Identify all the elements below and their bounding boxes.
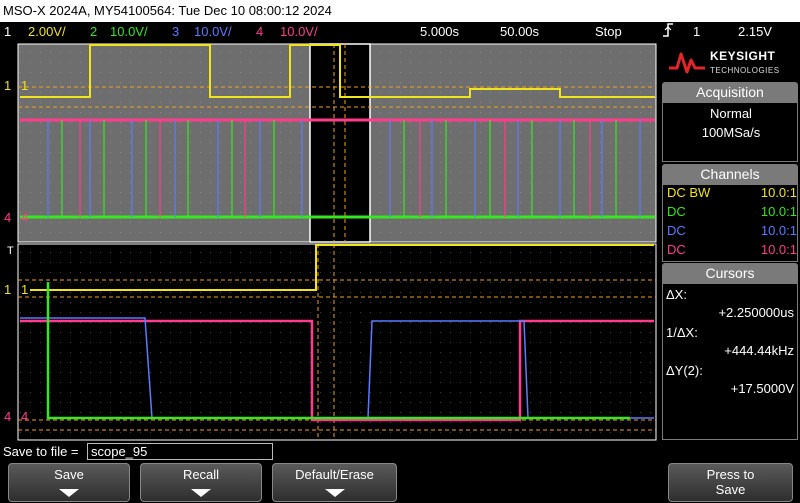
sample-rate: 100MSa/s xyxy=(701,125,761,140)
down-arrow-icon xyxy=(191,489,211,497)
run-state: Stop xyxy=(595,24,622,39)
cursors-header[interactable]: Cursors xyxy=(662,263,798,283)
ch1-zoom-marker: 1 xyxy=(4,282,11,297)
ch4-overview-label: 4 xyxy=(21,210,28,225)
ch3-number[interactable]: 3 xyxy=(172,22,179,42)
cursor-dx-value: +2.250000us xyxy=(718,305,794,320)
softkey-bar: Save Recall Default/Erase Press to Save xyxy=(0,462,800,503)
ch4-scale[interactable]: 10.0V/ xyxy=(280,22,318,42)
save-softkey[interactable]: Save xyxy=(8,463,130,502)
acquisition-header[interactable]: Acquisition xyxy=(662,82,798,102)
channels-panel[interactable]: DC BW 10.0:1 DC 10.0:1 DC 10.0:1 DC 10.0:1 xyxy=(662,184,798,262)
down-arrow-icon xyxy=(324,489,345,497)
overview-pane[interactable] xyxy=(17,43,657,243)
ch2-scale[interactable]: 10.0V/ xyxy=(110,22,148,42)
waveform-display[interactable]: 1 4 1 4 T 1 4 1 4 xyxy=(0,42,660,442)
cursor-dy-label: ΔY(2): xyxy=(666,363,703,378)
cursor-inv-value: +444.44kHz xyxy=(724,343,794,358)
ch1-ground-marker: 1 xyxy=(4,78,11,93)
status-bar: 1 2.00V/ 2 10.0V/ 3 10.0V/ 4 10.0V/ 5.00… xyxy=(0,22,800,42)
brand-logo: KEYSIGHT TECHNOLOGIES xyxy=(660,42,800,84)
ch4-ground-marker: 4 xyxy=(4,210,11,225)
default-erase-softkey[interactable]: Default/Erase xyxy=(272,463,397,502)
acquisition-mode: Normal xyxy=(710,106,752,121)
channel-row-4[interactable]: DC 10.0:1 xyxy=(667,242,797,260)
ch4-number[interactable]: 4 xyxy=(256,22,263,42)
ch4-zoom-marker: 4 xyxy=(4,409,11,424)
brand-name: KEYSIGHT xyxy=(710,49,776,63)
trigger-marker: T xyxy=(7,245,14,257)
ch1-scale[interactable]: 2.00V/ xyxy=(28,22,66,42)
ch1-number[interactable]: 1 xyxy=(4,22,11,42)
zoom-pane[interactable] xyxy=(17,243,657,441)
channels-header[interactable]: Channels xyxy=(662,164,798,184)
save-bar: Save to file = scope_95 xyxy=(0,442,800,462)
cursor-inv-label: 1/ΔX: xyxy=(666,325,698,340)
ch4-zoom-label: 4 xyxy=(21,409,28,424)
save-to-file-label: Save to file = xyxy=(3,444,79,459)
channel-row-1[interactable]: DC BW 10.0:1 xyxy=(667,185,797,203)
cursors-panel[interactable]: ΔX: +2.250000us 1/ΔX: +444.44kHz ΔY(2): … xyxy=(662,283,798,440)
horizontal-delay[interactable]: 5.000s xyxy=(420,22,459,42)
ch1-overview-label: 1 xyxy=(21,78,28,93)
press-to-save-softkey[interactable]: Press to Save xyxy=(668,463,793,502)
trigger-level[interactable]: 2.15V xyxy=(738,22,772,42)
ch3-scale[interactable]: 10.0V/ xyxy=(194,22,232,42)
channel-row-3[interactable]: DC 10.0:1 xyxy=(667,223,797,241)
acquisition-panel[interactable]: Normal 100MSa/s xyxy=(662,102,798,162)
trigger-source[interactable]: 1 xyxy=(693,22,700,42)
side-panel: KEYSIGHT TECHNOLOGIES Acquisition Normal… xyxy=(660,42,800,442)
cursor-dy-value: +17.5000V xyxy=(730,381,794,396)
down-arrow-icon xyxy=(59,489,79,497)
keysight-wave-icon xyxy=(669,52,705,74)
channel-row-2[interactable]: DC 10.0:1 xyxy=(667,204,797,222)
recall-softkey[interactable]: Recall xyxy=(140,463,262,502)
timebase-scale[interactable]: 50.00s xyxy=(500,22,539,42)
instrument-title: MSO-X 2024A, MY54100564: Tue Dec 10 08:0… xyxy=(3,3,332,18)
ch2-number[interactable]: 2 xyxy=(90,22,97,42)
save-filename-field[interactable]: scope_95 xyxy=(87,443,273,460)
ch1-zoom-label: 1 xyxy=(21,282,28,297)
title-bar: MSO-X 2024A, MY54100564: Tue Dec 10 08:0… xyxy=(0,0,800,22)
trigger-rising-edge-icon xyxy=(662,22,674,44)
cursor-dx-label: ΔX: xyxy=(666,287,687,302)
brand-sub: TECHNOLOGIES xyxy=(710,66,780,75)
